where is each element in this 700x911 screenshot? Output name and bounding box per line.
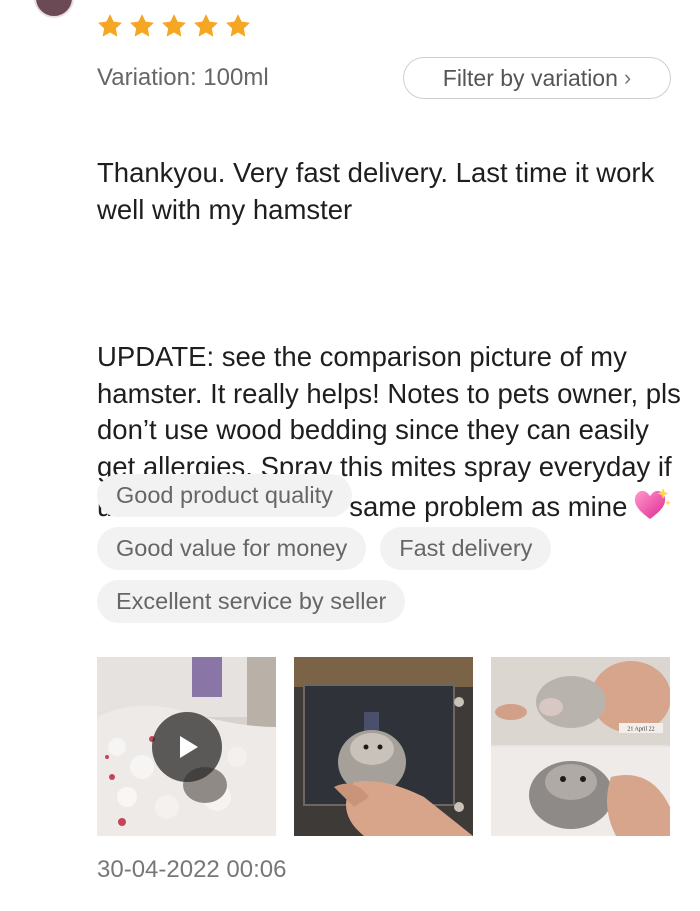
review-paragraph: Thankyou. Very fast delivery. Last time … (97, 156, 655, 225)
variation-label: Variation: 100ml (97, 64, 269, 91)
rating-stars (96, 12, 252, 40)
review-image[interactable] (294, 657, 473, 836)
video-thumbnail[interactable] (97, 657, 276, 836)
review-tags: Good product quality Good value for mone… (97, 474, 677, 633)
play-button[interactable] (152, 712, 222, 782)
tag-chip[interactable]: Excellent service by seller (97, 580, 406, 623)
star-icon (98, 14, 122, 37)
star-icon (130, 14, 154, 37)
tag-chip[interactable]: Fast delivery (380, 527, 552, 570)
review-timestamp: 30-04-2022 00:06 (97, 856, 287, 883)
star-icon (194, 14, 218, 37)
avatar[interactable] (34, 0, 74, 18)
star-icon (162, 14, 186, 37)
tag-chip[interactable]: Good product quality (97, 474, 352, 517)
filter-button-label: Filter by variation (442, 64, 618, 91)
review-media: 21 April 22 (97, 657, 670, 836)
tag-chip[interactable]: Good value for money (97, 527, 367, 570)
star-icon (226, 14, 250, 37)
chevron-right-icon: › (623, 65, 632, 90)
photo-caption: 21 April 22 (627, 727, 654, 733)
hamster-comparison-image: 21 April 22 (491, 657, 670, 836)
review-image[interactable]: 21 April 22 (491, 657, 670, 836)
hamster-in-hand-image (294, 657, 473, 836)
play-icon (180, 736, 198, 758)
filter-by-variation-button[interactable]: Filter by variation › (403, 57, 671, 99)
